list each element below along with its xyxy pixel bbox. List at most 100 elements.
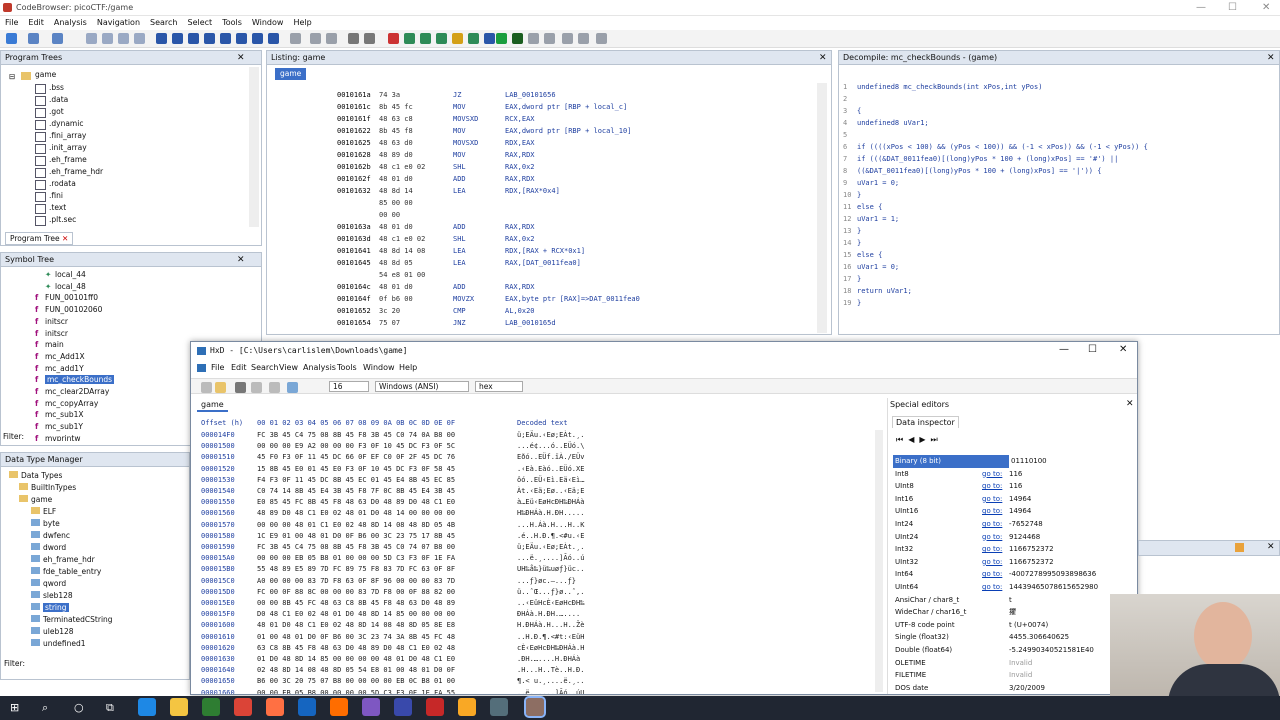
inspector-row[interactable]: AnsiChar / char8_t t bbox=[893, 594, 1128, 607]
hex-offset[interactable]: 00001550 bbox=[201, 497, 235, 508]
listing-mnemonic[interactable]: MOVSXD bbox=[453, 137, 478, 149]
goto-link[interactable]: go to: bbox=[982, 556, 1002, 569]
listing-operand[interactable]: RAX,[DAT_0011fea0] bbox=[505, 257, 581, 269]
tool-icon[interactable] bbox=[404, 33, 415, 44]
hxd-menu-tools[interactable]: Tools bbox=[337, 363, 357, 372]
dtm-item[interactable]: Data Types bbox=[9, 470, 62, 482]
hxd-menu-edit[interactable]: Edit bbox=[231, 363, 247, 372]
hex-decoded[interactable]: ÐHÁà.H.ÐH.….... bbox=[517, 609, 580, 620]
app-icon[interactable] bbox=[394, 698, 412, 716]
close-icon[interactable]: ✕ bbox=[1267, 53, 1275, 63]
dtm-item[interactable]: dword bbox=[31, 542, 66, 554]
listing-bytes[interactable]: 48 63 d0 bbox=[379, 137, 413, 149]
hex-decoded[interactable]: cÈ‹EøHcÐH‰ÐHÁà.H bbox=[517, 643, 584, 654]
goto-link[interactable]: go to: bbox=[982, 543, 1002, 556]
close-icon[interactable]: ✕ bbox=[1262, 2, 1270, 13]
hex-decoded[interactable]: ...é¢...ó..EÜó.\ bbox=[517, 441, 584, 452]
app-icon[interactable] bbox=[426, 698, 444, 716]
listing-operand[interactable]: RDX,[RAX*0x4] bbox=[505, 185, 560, 197]
listing-mnemonic[interactable]: MOVSXD bbox=[453, 113, 478, 125]
file-explorer-icon[interactable] bbox=[170, 698, 188, 716]
hex-offset[interactable]: 000015E0 bbox=[201, 598, 235, 609]
bytes-per-row-select[interactable]: 16 bbox=[329, 381, 369, 392]
listing-mnemonic[interactable]: MOV bbox=[453, 149, 466, 161]
symbol-item-selected[interactable]: f mc_checkBounds bbox=[35, 374, 115, 386]
listing-mnemonic[interactable]: MOVZX bbox=[453, 293, 474, 305]
hex-bytes[interactable]: 02 48 8D 14 08 48 8D 05 54 E8 01 00 48 0… bbox=[257, 665, 455, 676]
forward-icon[interactable] bbox=[52, 33, 63, 44]
hex-decoded[interactable]: H‰ÐHÁà.H.ÐH..... bbox=[517, 508, 584, 519]
listing-address[interactable]: 00101632 bbox=[337, 185, 371, 197]
listing-bytes[interactable]: 8b 45 f8 bbox=[379, 125, 413, 137]
close-icon[interactable]: ✕ bbox=[819, 53, 827, 63]
inspector-row[interactable]: UInt24 go to: 9124468 bbox=[893, 531, 1128, 544]
listing-bytes[interactable]: 48 c1 e0 02 bbox=[379, 161, 425, 173]
tool-icon[interactable] bbox=[436, 33, 447, 44]
goto-link[interactable]: go to: bbox=[982, 505, 1002, 518]
listing-bytes[interactable]: 48 01 d0 bbox=[379, 173, 413, 185]
hex-offset[interactable]: 000015D0 bbox=[201, 587, 235, 598]
listing-operand[interactable]: RAX,0x2 bbox=[505, 233, 535, 245]
inspector-row[interactable]: UInt8 go to: 116 bbox=[893, 480, 1128, 493]
hex-decoded[interactable]: Eðó..EÜf.ïÀ./EÜv bbox=[517, 452, 584, 463]
listing-operand[interactable]: RAX,RDX bbox=[505, 149, 535, 161]
menu-help[interactable]: Help bbox=[288, 16, 316, 30]
goto-link[interactable]: go to: bbox=[982, 518, 1002, 531]
close-icon[interactable]: ✕ bbox=[1267, 542, 1275, 552]
hex-offset[interactable]: 00001620 bbox=[201, 643, 235, 654]
listing-address[interactable]: 0010161c bbox=[337, 101, 371, 113]
close-icon[interactable]: ✕ bbox=[1119, 344, 1127, 355]
decompile-line[interactable]: } bbox=[857, 225, 861, 237]
inspector-nav-icons[interactable]: ⏮◀▶⏭ bbox=[896, 435, 943, 445]
app-icon[interactable] bbox=[458, 698, 476, 716]
listing-operand[interactable]: EAX,dword ptr [RBP + local_c] bbox=[505, 101, 627, 113]
tree-item[interactable]: .plt.sec bbox=[34, 214, 76, 226]
symbol-item[interactable]: f FUN_00101ff0 bbox=[35, 292, 98, 304]
menu-search[interactable]: Search bbox=[145, 16, 182, 30]
tool-icon[interactable] bbox=[310, 33, 321, 44]
task-view-icon[interactable]: ⧉ bbox=[106, 701, 114, 715]
close-icon[interactable]: ✕ bbox=[237, 53, 245, 63]
listing-operand[interactable]: LAB_00101656 bbox=[505, 89, 556, 101]
hex-offset[interactable]: 00001520 bbox=[201, 464, 235, 475]
listing-address[interactable]: 0010163d bbox=[337, 233, 371, 245]
hex-bytes[interactable]: A0 00 00 00 83 7D F8 63 0F 8F 96 00 00 0… bbox=[257, 576, 455, 587]
hex-bytes[interactable]: 00 00 8B 45 FC 48 63 C8 8B 45 F8 48 63 D… bbox=[257, 598, 455, 609]
decompile-line[interactable]: else { bbox=[857, 201, 882, 213]
hxd-menu-analysis[interactable]: Analysis bbox=[303, 363, 336, 372]
hex-decoded[interactable]: .é..H.Ð.¶.<#u.‹E bbox=[517, 531, 584, 542]
firefox-icon[interactable] bbox=[330, 698, 348, 716]
dtm-item[interactable]: game bbox=[19, 494, 52, 506]
back-icon[interactable] bbox=[28, 33, 39, 44]
inspector-row[interactable]: FILETIME Invalid bbox=[893, 669, 1128, 682]
symbol-item[interactable]: f mvprintw bbox=[35, 433, 81, 441]
listing-bytes[interactable]: 54 e8 01 00 bbox=[379, 269, 425, 281]
hex-decoded[interactable]: .‹Eà.Eàó..EÜó.XE bbox=[517, 464, 584, 475]
f-icon[interactable] bbox=[236, 33, 247, 44]
listing-bytes[interactable]: 48 01 d0 bbox=[379, 281, 413, 293]
tool-icon[interactable] bbox=[528, 33, 539, 44]
tree-item[interactable]: .fini bbox=[35, 190, 63, 202]
hex-offset[interactable]: 00001530 bbox=[201, 475, 235, 486]
hex-offset[interactable]: 00001540 bbox=[201, 486, 235, 497]
listing-mnemonic[interactable]: LEA bbox=[453, 245, 466, 257]
symbol-item[interactable]: f mc_sub1Y bbox=[35, 421, 83, 433]
hex-offset[interactable]: 00001640 bbox=[201, 665, 235, 676]
listing-operand[interactable]: RAX,RDX bbox=[505, 281, 535, 293]
symbol-item[interactable]: f mc_add1Y bbox=[35, 363, 84, 375]
hex-decoded[interactable]: .ÐH.…....H.ÐHÁà bbox=[517, 654, 580, 665]
symbol-item[interactable]: f mc_Add1X bbox=[35, 351, 85, 363]
hex-decoded[interactable]: ..H.Ð.¶.<#t:‹EüH bbox=[517, 632, 584, 643]
listing-address[interactable]: 0010161f bbox=[337, 113, 371, 125]
symbol-item[interactable]: f mc_clear2DArray bbox=[35, 386, 109, 398]
minimize-icon[interactable]: — bbox=[1196, 2, 1206, 13]
app-icon[interactable] bbox=[362, 698, 380, 716]
hex-bytes[interactable]: E0 85 45 FC 8B 45 F8 48 63 D0 48 89 D0 4… bbox=[257, 497, 455, 508]
listing-address[interactable]: 0010163a bbox=[337, 221, 371, 233]
search-icon[interactable]: ⌕ bbox=[42, 701, 48, 715]
cortana-icon[interactable]: ○ bbox=[74, 701, 84, 714]
listing-bytes[interactable]: 48 89 d0 bbox=[379, 149, 413, 161]
inspector-row[interactable]: OLETIME Invalid bbox=[893, 657, 1128, 670]
l-icon[interactable] bbox=[220, 33, 231, 44]
tool-icon[interactable] bbox=[484, 33, 495, 44]
